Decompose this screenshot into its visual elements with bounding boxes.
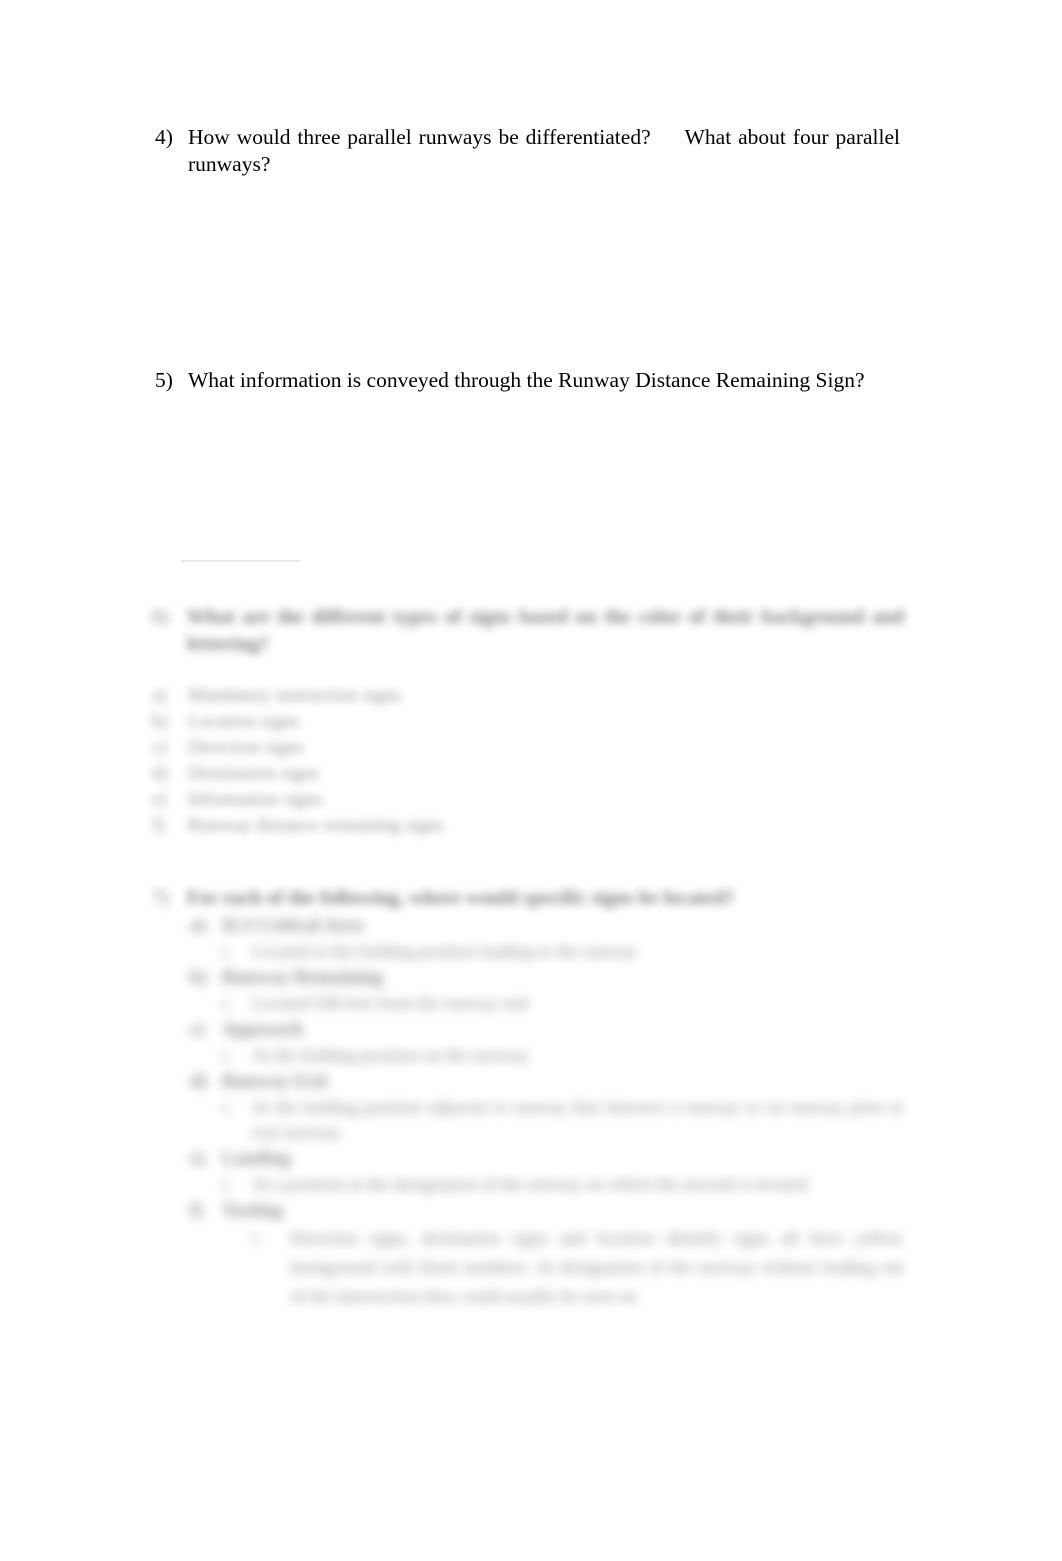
sub-item-marker: b) xyxy=(190,967,207,988)
list-item: b) Location signs xyxy=(152,709,652,735)
sub-item-title: Runway Exit xyxy=(222,1071,329,1092)
list-item: d) Runway Exit i. At the holding positio… xyxy=(190,1069,904,1145)
sub-detail-text: At a position at the designation of the … xyxy=(252,1174,808,1194)
list-item-marker: a) xyxy=(152,685,167,706)
list-item: c) Direction signs xyxy=(152,735,652,761)
sub-detail-text: Located at the holding position leading … xyxy=(252,941,637,961)
list-item-label: Mandatory instruction signs xyxy=(188,685,402,706)
question-4-text: How would three parallel runways be diff… xyxy=(188,124,900,178)
list-item-label: Runway distance remaining signs xyxy=(188,815,444,836)
sub-detail-marker: i. xyxy=(222,993,232,1013)
question-6-heading: What are the different types of signs ba… xyxy=(187,606,904,655)
sub-item-marker: c) xyxy=(190,1019,205,1040)
sub-item-title: Landing xyxy=(222,1148,291,1169)
sub-detail-marker: i. xyxy=(222,1174,232,1194)
list-item: e) Landing i. At a position at the desig… xyxy=(190,1146,904,1197)
sub-item-marker: a) xyxy=(190,915,206,936)
question-4-text-part-1: How would three parallel runways be diff… xyxy=(188,125,651,149)
list-item-marker: c) xyxy=(152,737,167,758)
sub-detail-marker: i. xyxy=(222,1045,232,1065)
sub-item-title: Runway Remaining xyxy=(222,967,383,988)
question-4: 4) How would three parallel runways be d… xyxy=(155,124,900,178)
sub-detail-text: At the holding position on the taxiway xyxy=(252,1045,529,1065)
question-4-number: 4) xyxy=(155,125,173,149)
sub-detail-marker: i. xyxy=(252,1226,262,1246)
sub-detail-marker: i. xyxy=(222,941,232,961)
list-item-marker: f) xyxy=(152,815,165,836)
question-7-list: a) ILS Critical Area i. Located at the h… xyxy=(190,913,904,1312)
sub-detail-text: Direction signs, destination signs and l… xyxy=(290,1228,904,1306)
list-item-marker: b) xyxy=(152,711,168,732)
list-item: e) Information signs xyxy=(152,787,652,813)
sub-detail-text: At the holding position adjacent to runw… xyxy=(252,1097,904,1142)
question-7: 7) For each of the following, where woul… xyxy=(152,885,904,912)
list-item-label: Location signs xyxy=(188,711,300,732)
question-6-list: a) Mandatory instruction signs b) Locati… xyxy=(152,683,652,839)
sub-item-title: Approach xyxy=(222,1019,303,1040)
horizontal-rule xyxy=(181,560,301,562)
sub-item-title: Taxiing xyxy=(222,1200,283,1221)
question-5: 5) What information is conveyed through … xyxy=(155,367,900,394)
list-item-label: Information signs xyxy=(188,789,323,810)
list-item: c) Approach i. At the holding position o… xyxy=(190,1017,904,1068)
question-6: 6) What are the different types of signs… xyxy=(152,604,904,658)
sub-item-title: ILS Critical Area xyxy=(222,915,364,936)
list-item: a) ILS Critical Area i. Located at the h… xyxy=(190,913,904,964)
list-item: f) Runway distance remaining signs xyxy=(152,813,652,839)
list-item-marker: e) xyxy=(152,789,167,810)
list-item-label: Destination signs xyxy=(188,763,320,784)
sub-detail-text: Located 500 feet from the runway end xyxy=(252,993,528,1013)
list-item-label: Direction signs xyxy=(188,737,304,758)
sub-detail-marker: i. xyxy=(222,1097,232,1117)
question-5-number: 5) xyxy=(155,368,173,392)
list-item: d) Destination signs xyxy=(152,761,652,787)
list-item: f) Taxiing i. Direction signs, destinati… xyxy=(190,1198,904,1311)
question-6-number: 6) xyxy=(152,606,169,628)
list-item-marker: d) xyxy=(152,763,168,784)
sub-item-marker: d) xyxy=(190,1071,207,1092)
document-page: 4) How would three parallel runways be d… xyxy=(0,0,1062,1561)
question-5-text: What information is conveyed through the… xyxy=(188,368,865,392)
sub-item-marker: e) xyxy=(190,1148,205,1169)
question-7-heading: For each of the following, where would s… xyxy=(187,887,735,909)
question-7-number: 7) xyxy=(152,887,169,909)
list-item: a) Mandatory instruction signs xyxy=(152,683,652,709)
list-item: b) Runway Remaining i. Located 500 feet … xyxy=(190,965,904,1016)
sub-item-marker: f) xyxy=(190,1200,203,1221)
